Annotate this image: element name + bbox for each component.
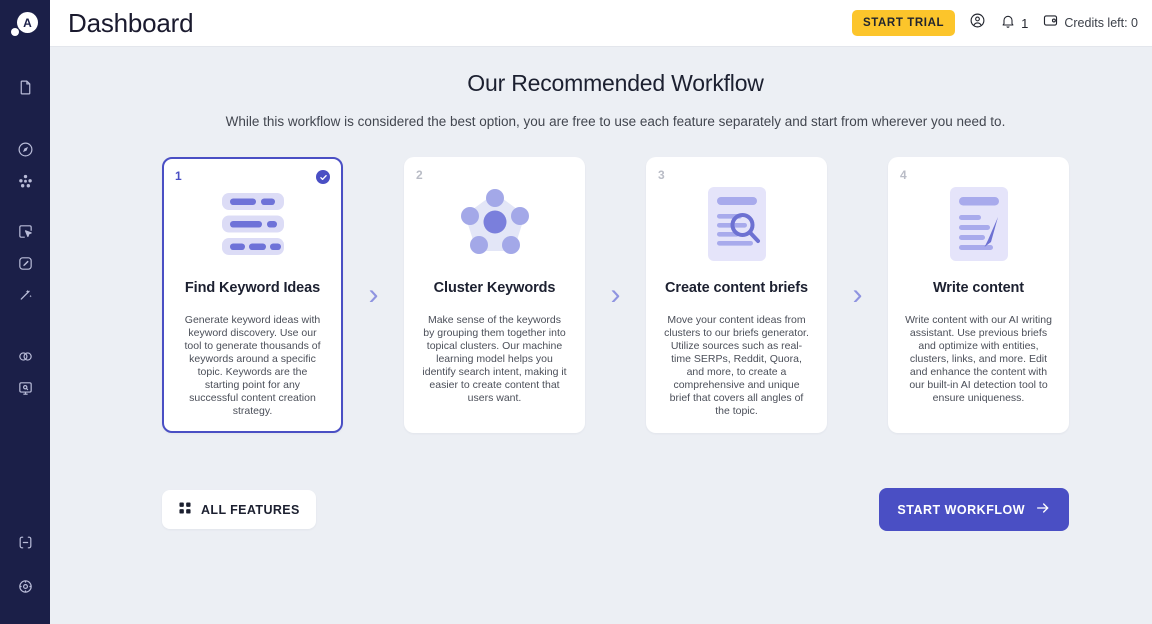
credits-label: Credits left: 0 — [1064, 16, 1138, 30]
account-button[interactable] — [969, 12, 986, 34]
arrow-right-icon — [1035, 500, 1051, 519]
cursor-click-icon — [17, 223, 34, 240]
start-workflow-button[interactable]: START WORKFLOW — [879, 488, 1069, 531]
wallet-icon — [1042, 12, 1059, 34]
step-title: Write content — [932, 280, 1025, 296]
step-title: Find Keyword Ideas — [184, 280, 321, 296]
sidebar-item-serp[interactable] — [0, 215, 50, 247]
step-title: Create content briefs — [665, 280, 808, 296]
sidebar-item-collapse[interactable] — [0, 526, 50, 558]
step-description: Make sense of the keywords by grouping t… — [422, 314, 567, 404]
sidebar: A — [0, 0, 50, 624]
all-features-button[interactable]: ALL FEATURES — [162, 490, 316, 529]
step-number: 1 — [175, 169, 182, 183]
user-circle-icon — [969, 12, 986, 34]
top-bar: Dashboard START TRIAL 1 Credits left: 0 — [50, 0, 1152, 47]
footer-actions: ALL FEATURES START WORKFLOW — [50, 488, 1152, 531]
sidebar-item-document[interactable] — [0, 71, 50, 103]
start-trial-button[interactable]: START TRIAL — [851, 10, 956, 36]
sidebar-item-clusters[interactable] — [0, 165, 50, 197]
chevron-right-icon: › — [610, 278, 621, 311]
magic-wand-icon — [17, 287, 34, 304]
notification-count: 1 — [1021, 15, 1029, 31]
main-area: Dashboard START TRIAL 1 Credits left: 0 … — [50, 0, 1152, 624]
workflow-card-3[interactable]: 3 Create content briefs Move your conten… — [646, 157, 827, 433]
venn-diagram-icon — [17, 348, 34, 365]
all-features-label: ALL FEATURES — [201, 502, 300, 517]
sidebar-item-discovery[interactable] — [0, 133, 50, 165]
keyword-list-illustration — [214, 176, 292, 272]
compass-icon — [17, 141, 34, 158]
document-icon — [17, 79, 34, 96]
notifications-button[interactable]: 1 — [1000, 13, 1028, 34]
workflow-steps: 1 Find Keyword Ideas Generate keyword id… — [50, 157, 1152, 433]
page-subheadline: While this workflow is considered the be… — [225, 114, 1006, 129]
logo-dot — [11, 28, 19, 36]
workflow-card-4[interactable]: 4 Write content Write content with our A… — [888, 157, 1069, 433]
logo-letter: A — [23, 15, 32, 30]
logo-circle: A — [17, 12, 38, 33]
sidebar-items — [0, 47, 50, 602]
sidebar-item-overlap[interactable] — [0, 340, 50, 372]
check-circle-icon — [316, 170, 330, 184]
step-number: 2 — [416, 168, 423, 182]
bell-icon — [1000, 13, 1016, 34]
app-logo[interactable]: A — [0, 0, 50, 47]
minus-circle-icon — [17, 534, 34, 551]
step-description: Generate keyword ideas with keyword disc… — [184, 314, 321, 417]
credits-indicator[interactable]: Credits left: 0 — [1042, 12, 1138, 34]
document-pen-illustration — [948, 176, 1010, 272]
step-title: Cluster Keywords — [433, 280, 556, 296]
sidebar-item-editor[interactable] — [0, 247, 50, 279]
document-search-illustration — [706, 176, 768, 272]
sidebar-item-settings[interactable] — [0, 570, 50, 602]
step-description: Write content with our AI writing assist… — [905, 314, 1052, 404]
page-headline: Our Recommended Workflow — [467, 70, 764, 96]
start-workflow-label: START WORKFLOW — [897, 502, 1025, 517]
step-description: Move your content ideas from clusters to… — [664, 314, 809, 417]
cluster-nodes-icon — [17, 173, 34, 190]
grid-icon — [178, 501, 192, 518]
step-number: 3 — [658, 168, 665, 182]
page-title: Dashboard — [68, 7, 194, 38]
chevron-right-icon: › — [368, 278, 379, 311]
step-number: 4 — [900, 168, 907, 182]
app-root: A Dashboard START TRIAL 1 Credits left: … — [0, 0, 1152, 624]
edit-square-icon — [17, 255, 34, 272]
workflow-content: Our Recommended Workflow While this work… — [50, 47, 1152, 624]
cluster-network-illustration — [455, 176, 535, 272]
target-settings-icon — [17, 578, 34, 595]
workflow-card-1[interactable]: 1 Find Keyword Ideas Generate keyword id… — [162, 157, 343, 433]
sidebar-item-monitor[interactable] — [0, 372, 50, 404]
sidebar-item-ai-tools[interactable] — [0, 279, 50, 311]
top-bar-actions: START TRIAL 1 Credits left: 0 — [851, 10, 1152, 36]
chevron-right-icon: › — [852, 278, 863, 311]
monitor-search-icon — [17, 380, 34, 397]
workflow-card-2[interactable]: 2 Cluster Keywords Make sense of the key… — [404, 157, 585, 433]
